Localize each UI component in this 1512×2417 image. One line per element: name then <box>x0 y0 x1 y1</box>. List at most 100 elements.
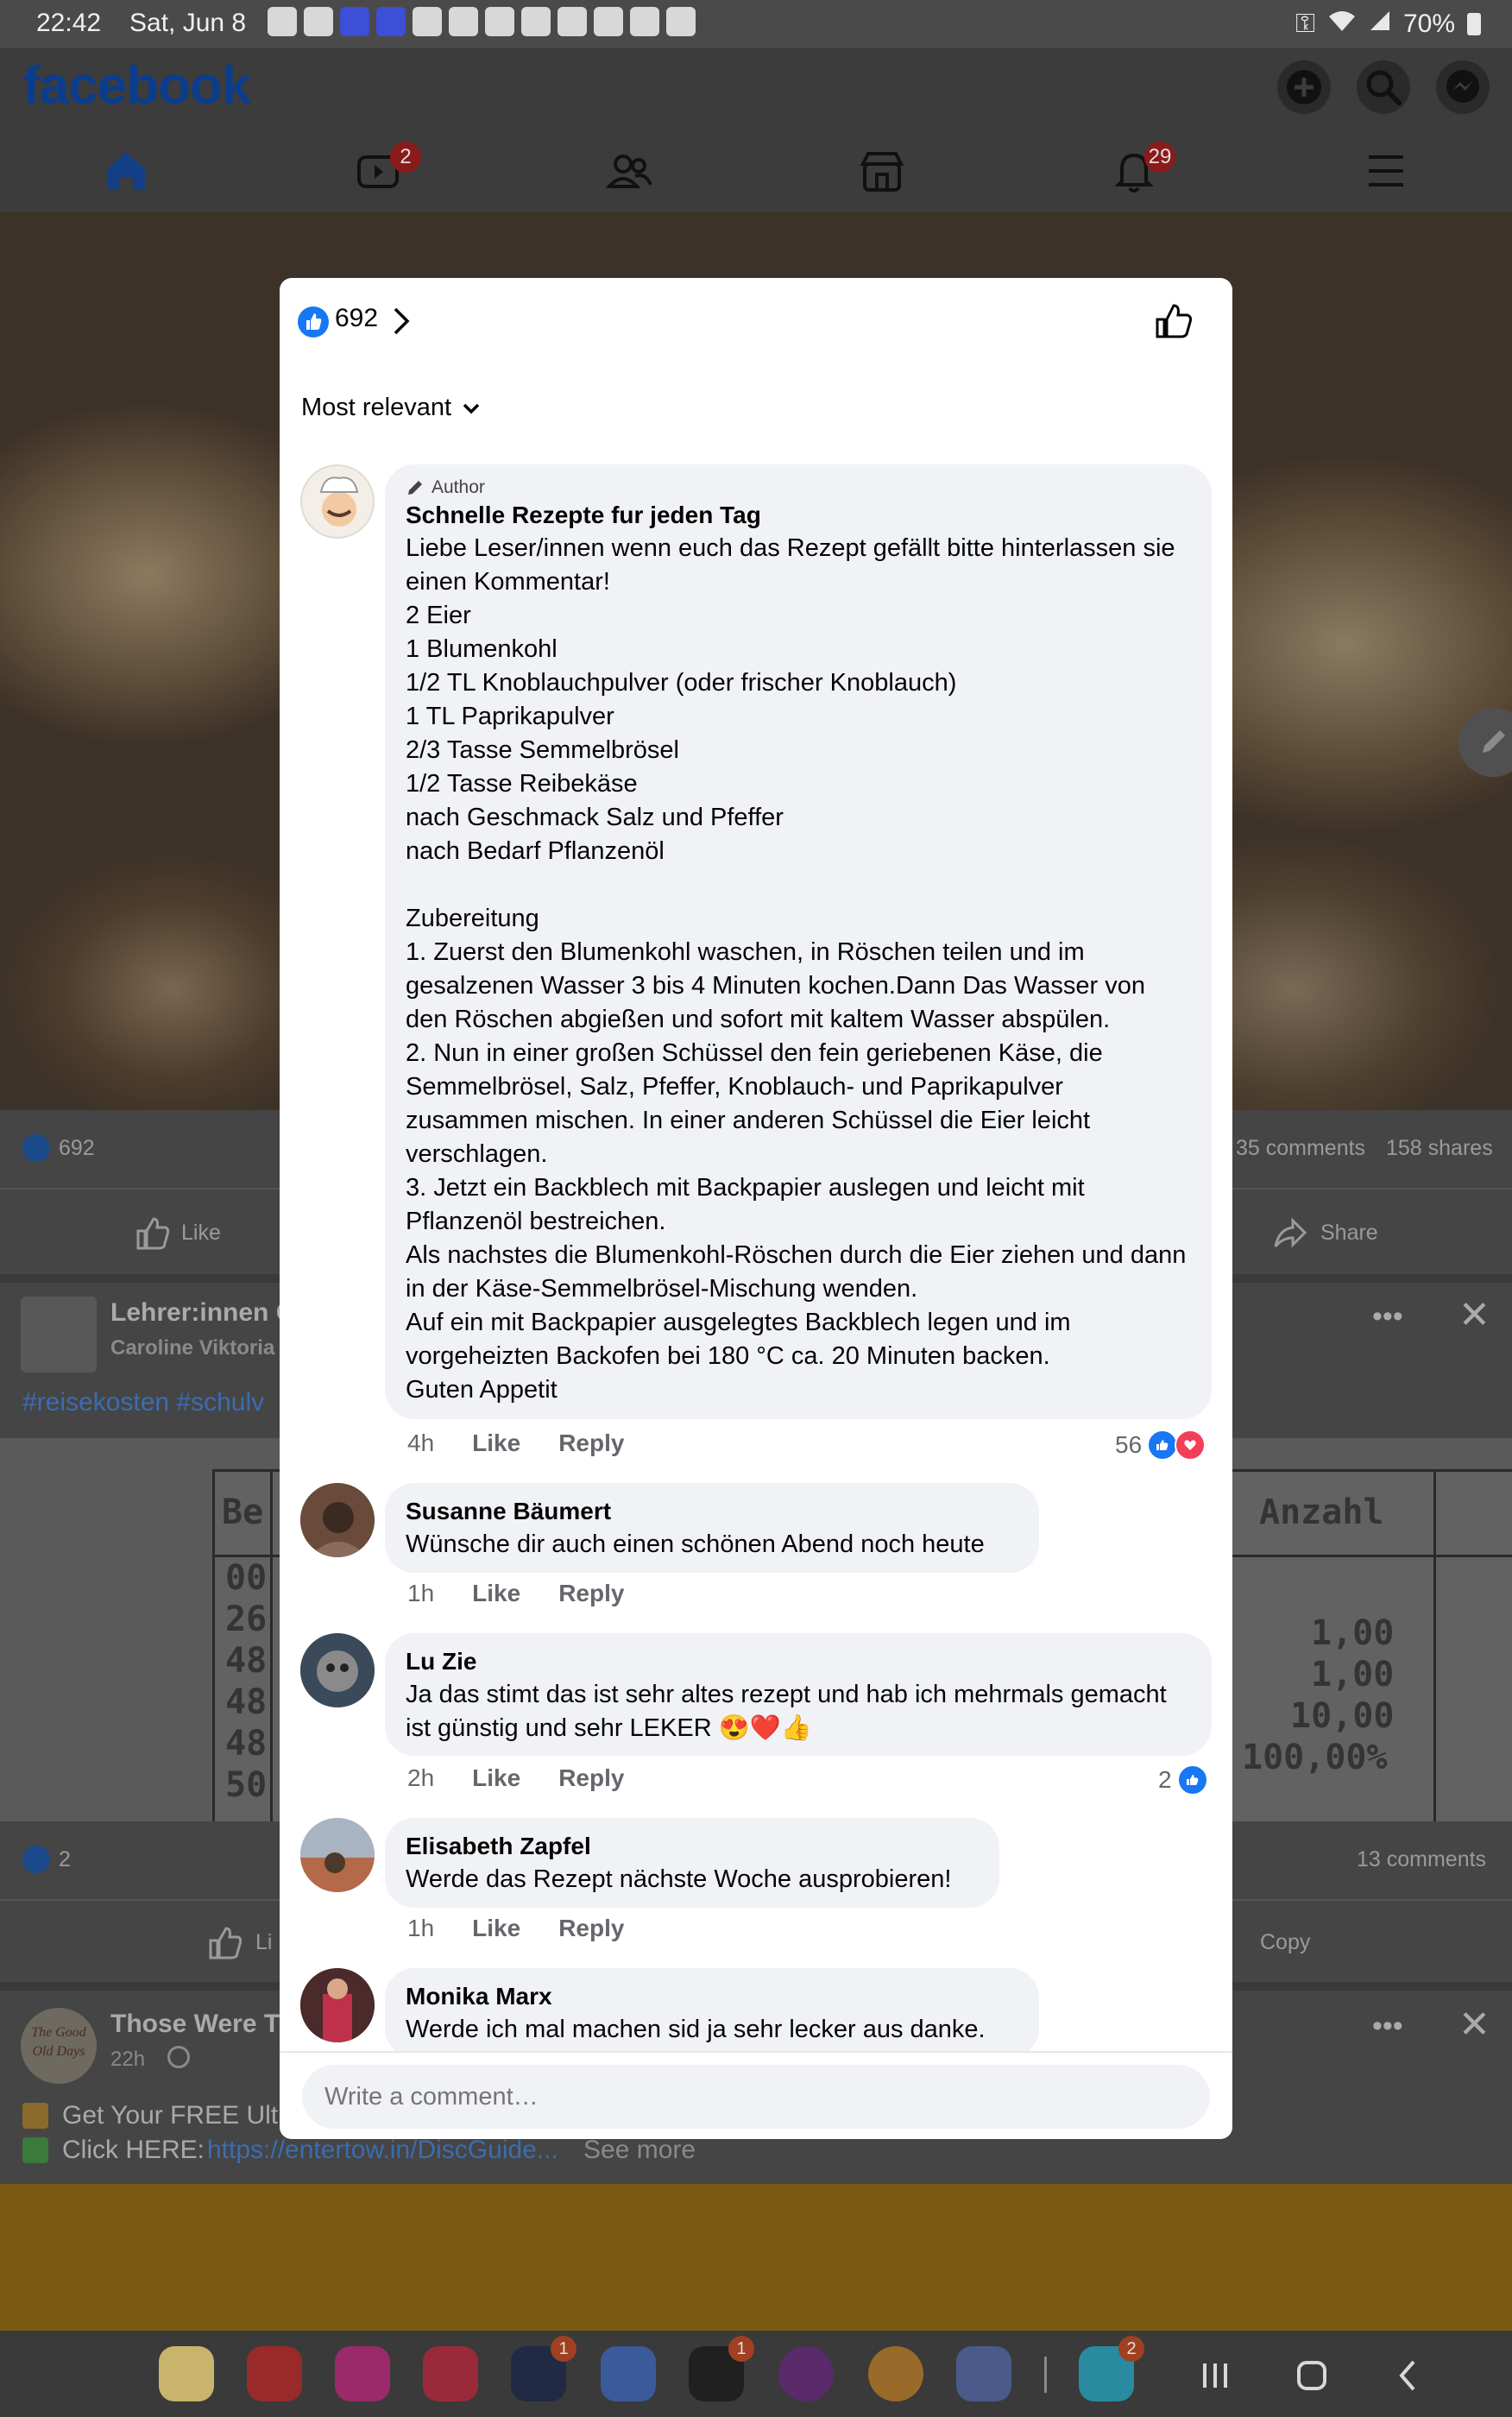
comment-bubble[interactable]: Elisabeth Zapfel Werde das Rezept nächst… <box>385 1818 999 1908</box>
post-comment-count[interactable]: 35 comments <box>1236 1136 1365 1161</box>
comment-reply-button[interactable]: Reply <box>558 1915 624 1942</box>
copy-button[interactable]: Copy <box>1260 1930 1310 1955</box>
recent-apps-button[interactable] <box>1198 2358 1232 2397</box>
close-icon[interactable]: ✕ <box>1458 1293 1490 1337</box>
notification-icon <box>558 7 587 36</box>
post-author[interactable]: Caroline Viktoria <box>110 1336 274 1360</box>
sort-dropdown[interactable]: Most relevant <box>301 394 482 422</box>
messenger-icon[interactable] <box>1436 60 1490 114</box>
comment-reply-button[interactable]: Reply <box>558 1429 624 1457</box>
translate-app-icon[interactable] <box>601 2346 656 2401</box>
comment-like-button[interactable]: Like <box>472 1764 520 1792</box>
comment-text: Werde ich mal machen sid ja sehr lecker … <box>406 2016 986 2043</box>
more-options-icon[interactable]: ••• <box>1372 2010 1403 2043</box>
comment-time[interactable]: 4h <box>407 1429 434 1457</box>
commenter-name[interactable]: Susanne Bäumert <box>406 1495 1018 1528</box>
taskbar <box>0 2331 1512 2417</box>
notes-app-icon[interactable] <box>159 2346 214 2401</box>
like-post-button[interactable] <box>1153 300 1194 346</box>
page-avatar[interactable]: The Good Old Days <box>21 2008 97 2084</box>
nav-marketplace[interactable] <box>822 136 942 205</box>
chevron-right-icon[interactable] <box>390 304 413 343</box>
table-cell: 26 <box>225 1600 268 1639</box>
app-drawer-icon[interactable] <box>956 2346 1011 2401</box>
home-icon <box>107 152 145 190</box>
page-name[interactable]: Lehrer:innen Ö <box>110 1298 296 1328</box>
notification-icon <box>485 7 514 36</box>
search-icon[interactable] <box>1357 60 1410 114</box>
back-button[interactable] <box>1391 2358 1426 2397</box>
comment-bubble[interactable]: Monika Marx Werde ich mal machen sid ja … <box>385 1968 1039 2058</box>
home-button[interactable] <box>1295 2358 1329 2397</box>
table-cell: 48 <box>225 1682 268 1722</box>
nav-menu[interactable] <box>1326 136 1446 205</box>
comment-bubble[interactable]: Author Schnelle Rezepte fur jeden Tag Li… <box>385 464 1212 1419</box>
post-link[interactable]: https://entertow.in/DiscGuide... <box>207 2136 558 2165</box>
firefox-app-icon[interactable] <box>778 2346 834 2401</box>
flipboard-app-icon[interactable] <box>247 2346 302 2401</box>
notification-icon <box>594 7 623 36</box>
share-button[interactable]: Share <box>1320 1221 1378 1246</box>
notification-icon <box>449 7 478 36</box>
comment-like-button[interactable]: Like <box>472 1915 520 1942</box>
comment-bubble[interactable]: Susanne Bäumert Wünsche dir auch einen s… <box>385 1483 1039 1573</box>
nav-video[interactable]: 2 <box>318 136 438 205</box>
comment-text: Werde das Rezept nächste Woche ausprobie… <box>406 1865 952 1893</box>
commenter-name[interactable]: Lu Zie <box>406 1645 1191 1678</box>
like-button[interactable]: Li <box>255 1930 272 1955</box>
nav-home[interactable] <box>66 136 186 205</box>
camera-app-icon[interactable] <box>423 2346 478 2401</box>
commenter-avatar[interactable] <box>300 1633 375 1707</box>
post-image[interactable] <box>0 2184 1512 2331</box>
comment-like-button[interactable]: Like <box>472 1580 520 1607</box>
comment-reply-button[interactable]: Reply <box>558 1764 624 1792</box>
see-more-link[interactable]: See more <box>583 2136 696 2165</box>
apps-grid-icon[interactable]: 1 <box>689 2336 754 2401</box>
comment-reply-button[interactable]: Reply <box>558 1580 624 1607</box>
close-icon[interactable]: ✕ <box>1458 2003 1490 2047</box>
comment-input[interactable] <box>302 2065 1210 2129</box>
facebook-logo[interactable]: facebook <box>22 55 251 117</box>
commenter-avatar[interactable] <box>300 464 375 539</box>
chrome-app-icon[interactable] <box>868 2346 923 2401</box>
comment-actions: 1h Like Reply <box>407 1915 624 1942</box>
more-options-icon[interactable]: ••• <box>1372 1300 1403 1334</box>
dialog-header: 692 <box>280 278 1232 373</box>
post-time[interactable]: 22h <box>110 2048 145 2072</box>
post-reaction-count[interactable]: 2 <box>59 1847 71 1872</box>
like-button[interactable]: Like <box>181 1221 221 1246</box>
commenter-avatar[interactable] <box>300 1483 375 1557</box>
nav-notifications[interactable]: 29 <box>1074 136 1194 205</box>
comment-like-button[interactable]: Like <box>472 1429 520 1457</box>
status-bar: 22:42 Sat, Jun 8 ⚿ 70% <box>0 0 1512 48</box>
page-avatar[interactable] <box>21 1297 97 1373</box>
nav-friends[interactable] <box>570 136 690 205</box>
plus-icon[interactable] <box>1277 60 1331 114</box>
flower-app-icon[interactable] <box>335 2346 390 2401</box>
commenter-name[interactable]: Elisabeth Zapfel <box>406 1830 979 1863</box>
comment-bubble[interactable]: Lu Zie Ja das stimt das ist sehr altes r… <box>385 1633 1212 1756</box>
reaction-count[interactable]: 692 <box>335 304 378 333</box>
table-divider <box>1433 1472 1436 1824</box>
comment-text: Liebe Leser/innen wenn euch das Rezept g… <box>406 534 1187 1404</box>
comment-reactions[interactable]: 56 <box>1115 1429 1206 1461</box>
commenter-avatar[interactable] <box>300 1818 375 1892</box>
comment-time[interactable]: 2h <box>407 1764 434 1792</box>
commenter-name[interactable]: Schnelle Rezepte fur jeden Tag <box>406 499 1191 532</box>
comment-time[interactable]: 1h <box>407 1580 434 1607</box>
post-reaction-count[interactable]: 692 <box>59 1136 95 1161</box>
mail-app-icon[interactable]: 2 <box>1079 2336 1144 2401</box>
wifi-icon <box>1327 9 1357 40</box>
signal-icon <box>1369 9 1391 39</box>
hexagon-app-icon[interactable]: 1 <box>511 2336 576 2401</box>
post-hashtags[interactable]: #reisekosten #schulv <box>22 1388 264 1417</box>
post-comment-count[interactable]: 13 comments <box>1357 1847 1486 1872</box>
comment-time[interactable]: 1h <box>407 1915 434 1942</box>
page-name[interactable]: Those Were T <box>110 2010 280 2039</box>
commenter-avatar[interactable] <box>300 1968 375 2042</box>
comment-reactions[interactable]: 2 <box>1158 1764 1208 1795</box>
gift-icon <box>22 2103 48 2129</box>
nav-badge: 2 <box>390 142 421 173</box>
commenter-name[interactable]: Monika Marx <box>406 1980 1018 2013</box>
post-share-count[interactable]: 158 shares <box>1386 1136 1493 1161</box>
